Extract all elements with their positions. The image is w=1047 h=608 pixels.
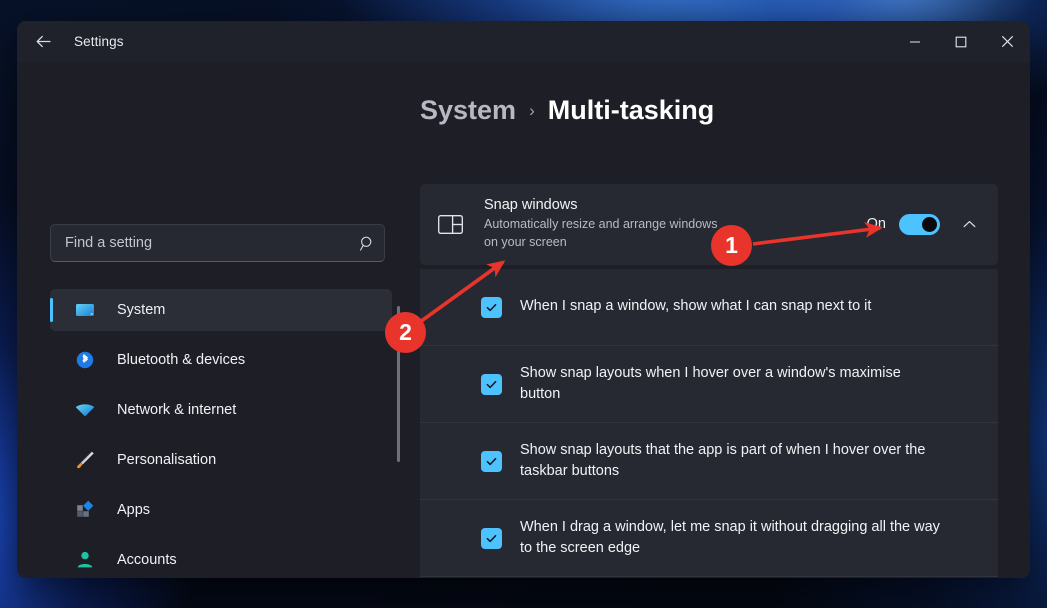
sidebar-item-label: Network & internet	[117, 402, 237, 418]
checkbox-checked[interactable]	[481, 296, 502, 318]
check-icon	[486, 457, 497, 465]
option-row[interactable]: When I drag a window, let me snap it wit…	[420, 500, 998, 577]
maximize-button[interactable]	[938, 21, 984, 62]
check-icon	[486, 534, 497, 542]
close-icon	[1001, 35, 1013, 48]
option-label: Show snap layouts that the app is part o…	[520, 441, 926, 479]
caption-button-group	[892, 21, 1030, 62]
window-body: Settings System › Multi-tasking Find a s…	[17, 21, 1030, 578]
title-bar: Settings	[17, 21, 1030, 62]
check-icon	[486, 303, 497, 311]
close-button[interactable]	[984, 21, 1030, 62]
sidebar-item-bluetooth-devices[interactable]: Bluetooth & devices	[50, 339, 392, 381]
checkbox-checked[interactable]	[481, 527, 502, 549]
sidebar-item-label: Bluetooth & devices	[117, 352, 246, 368]
bluetooth-icon	[74, 349, 96, 371]
sidebar-nav-list: System Bluetooth & devices Network & int…	[50, 289, 392, 578]
sidebar-item-label: Personalisation	[117, 452, 217, 468]
monitor-icon	[74, 299, 96, 321]
snap-windows-description: Automatically resize and arrange windows…	[484, 217, 718, 249]
checkbox-checked[interactable]	[481, 450, 502, 472]
option-label: Show snap layouts when I hover over a wi…	[520, 364, 901, 402]
search-box[interactable]	[50, 224, 385, 262]
sidebar-item-label: Apps	[117, 502, 151, 518]
person-icon	[74, 549, 96, 571]
option-row[interactable]: Show snap layouts when I hover over a wi…	[420, 346, 998, 423]
sidebar-item-system[interactable]: System	[50, 289, 392, 331]
app-title: Settings	[74, 34, 124, 49]
settings-window: Settings System › Multi-tasking Find a s…	[17, 21, 1030, 578]
sidebar-item-network-internet[interactable]: Network & internet	[50, 389, 392, 431]
back-button[interactable]	[26, 27, 60, 57]
minimize-icon	[910, 40, 920, 43]
snap-windows-toggle[interactable]	[899, 213, 940, 235]
breadcrumb: System › Multi-tasking	[420, 95, 714, 126]
snap-windows-title: Snap windows	[484, 197, 578, 213]
breadcrumb-parent[interactable]: System	[420, 95, 516, 126]
page-title: Multi-tasking	[547, 95, 715, 125]
snap-layout-icon	[436, 214, 464, 234]
wifi-icon	[74, 399, 96, 421]
snap-windows-toggle-state: On	[866, 216, 886, 233]
checkbox-checked[interactable]	[481, 373, 502, 395]
sidebar-item-accounts[interactable]: Accounts	[50, 539, 392, 578]
back-arrow-icon	[36, 35, 51, 48]
breadcrumb-separator-icon: ›	[529, 101, 535, 120]
snap-windows-options: When I snap a window, show what I can sn…	[420, 269, 998, 577]
check-icon	[486, 380, 497, 388]
sidebar-item-label: Accounts	[117, 552, 177, 568]
sidebar-item-label: System	[117, 302, 166, 318]
option-label: When I drag a window, let me snap it wit…	[520, 518, 940, 556]
sidebar-item-apps[interactable]: Apps	[50, 489, 392, 531]
maximize-icon	[955, 36, 967, 47]
search-input[interactable]	[51, 235, 350, 251]
apps-icon	[74, 499, 96, 521]
sidebar: System Bluetooth & devices	[17, 201, 402, 578]
snap-windows-row[interactable]: Snap windows Automatically resize and ar…	[420, 184, 998, 265]
minimize-button[interactable]	[892, 21, 938, 62]
sidebar-scrollbar[interactable]	[397, 306, 400, 462]
option-row[interactable]: When I snap a window, show what I can sn…	[420, 269, 998, 346]
settings-content: Snap windows Automatically resize and ar…	[420, 163, 1020, 578]
option-row[interactable]: Show snap layouts that the app is part o…	[420, 423, 998, 500]
toggle-knob	[922, 216, 937, 232]
search-icon[interactable]	[350, 235, 384, 252]
option-label: When I snap a window, show what I can sn…	[520, 298, 872, 315]
chevron-up-icon[interactable]	[954, 217, 984, 232]
sidebar-item-personalisation[interactable]: Personalisation	[50, 439, 392, 481]
paintbrush-icon	[74, 449, 96, 471]
snap-windows-text: Snap windows Automatically resize and ar…	[484, 197, 867, 252]
